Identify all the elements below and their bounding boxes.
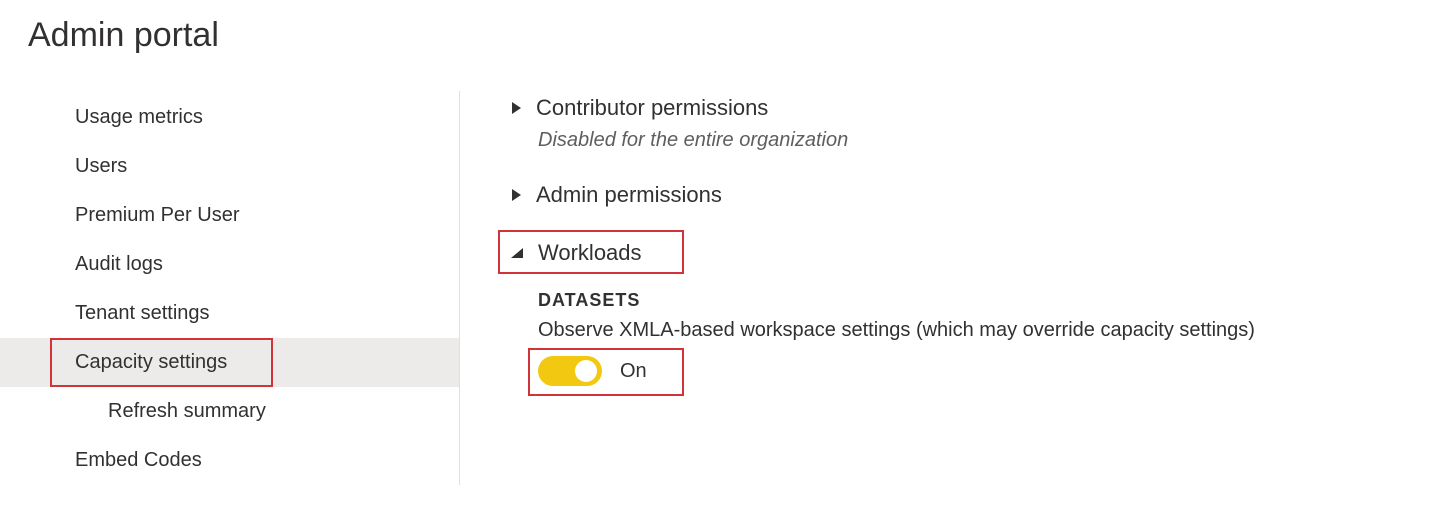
- sidebar-item-label: Embed Codes: [75, 449, 202, 471]
- section-subtext: Disabled for the entire organization: [538, 129, 1255, 152]
- workloads-subsection-desc: Observe XMLA-based workspace settings (w…: [538, 319, 1255, 342]
- sidebar-item-refresh-summary[interactable]: Refresh summary: [0, 387, 459, 436]
- sidebar-item-label: Audit logs: [75, 253, 163, 275]
- sidebar-item-usage-metrics[interactable]: Usage metrics: [0, 93, 459, 142]
- sidebar-item-tenant-settings[interactable]: Tenant settings: [0, 289, 459, 338]
- sidebar-item-label: Refresh summary: [108, 400, 266, 422]
- section-workloads: Workloads DATASETS Observe XMLA-based wo…: [510, 238, 1255, 386]
- page-title: Admin portal: [0, 0, 1429, 63]
- section-header-admin-permissions[interactable]: Admin permissions: [510, 180, 1255, 210]
- sidebar-item-capacity-settings[interactable]: Capacity settings: [0, 338, 459, 387]
- section-title: Contributor permissions: [536, 95, 768, 121]
- sidebar-item-label: Users: [75, 155, 127, 177]
- main-content: Contributor permissions Disabled for the…: [460, 91, 1255, 485]
- caret-right-icon: [510, 188, 522, 202]
- sidebar-item-label: Premium Per User: [75, 204, 239, 226]
- sidebar-item-embed-codes[interactable]: Embed Codes: [0, 436, 459, 485]
- sidebar-item-label: Usage metrics: [75, 106, 203, 128]
- toggle-knob: [575, 360, 597, 382]
- caret-up-icon: [510, 247, 524, 259]
- sidebar-item-users[interactable]: Users: [0, 142, 459, 191]
- workloads-subsection-title: DATASETS: [538, 290, 1255, 311]
- toggle-label: On: [620, 360, 647, 383]
- sidebar-item-premium-per-user[interactable]: Premium Per User: [0, 191, 459, 240]
- section-contributor-permissions: Contributor permissions Disabled for the…: [510, 93, 1255, 152]
- section-header-contributor-permissions[interactable]: Contributor permissions: [510, 93, 1255, 123]
- sidebar-item-label: Tenant settings: [75, 302, 210, 324]
- section-title: Workloads: [538, 240, 642, 266]
- sidebar-item-label: Capacity settings: [75, 351, 227, 373]
- sidebar-item-audit-logs[interactable]: Audit logs: [0, 240, 459, 289]
- section-title: Admin permissions: [536, 182, 722, 208]
- xmla-observe-toggle[interactable]: [538, 356, 602, 386]
- toggle-row: On: [538, 356, 1255, 386]
- section-header-workloads[interactable]: Workloads: [510, 238, 1255, 268]
- caret-right-icon: [510, 101, 522, 115]
- section-admin-permissions: Admin permissions: [510, 180, 1255, 210]
- sidebar: Usage metrics Users Premium Per User Aud…: [0, 91, 460, 485]
